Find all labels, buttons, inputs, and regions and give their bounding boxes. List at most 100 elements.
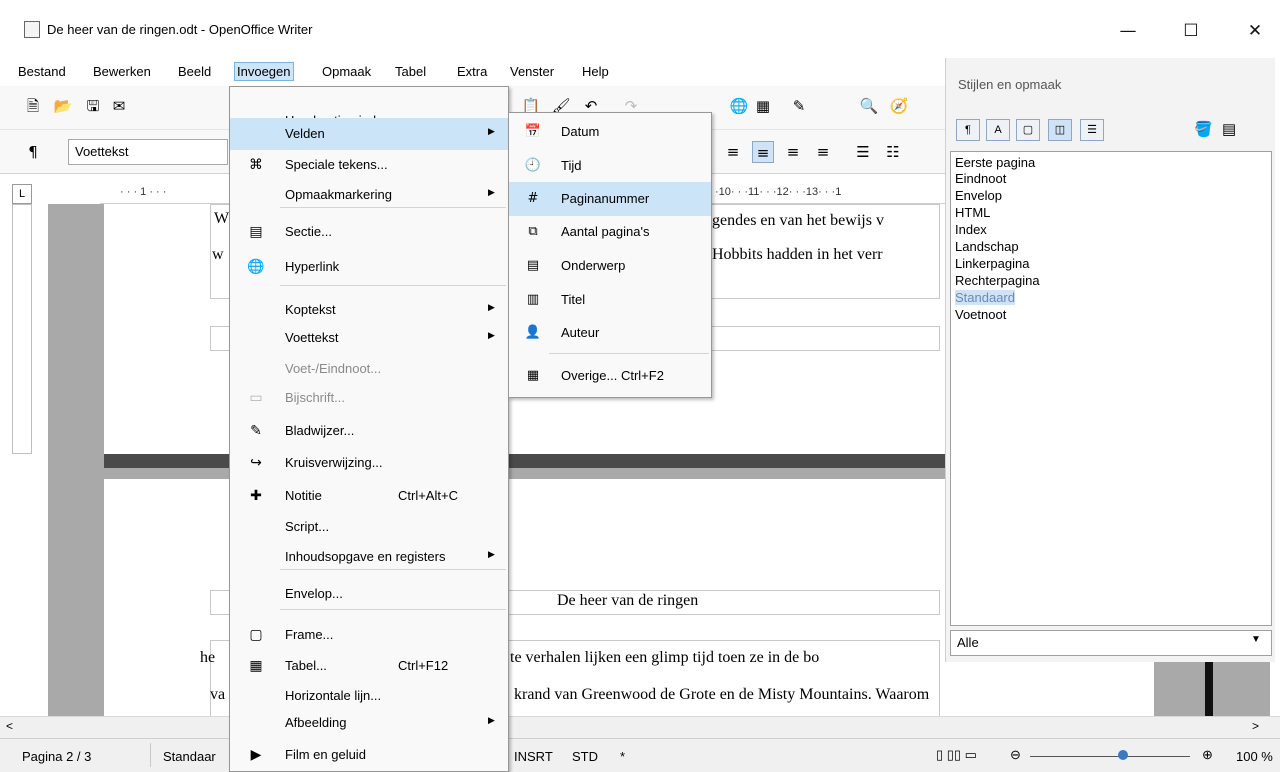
chevron-down-icon[interactable]: ▼ bbox=[1251, 634, 1261, 645]
view-layout-icon[interactable]: ▯ ▯▯ ▭ bbox=[936, 747, 977, 763]
tab-selector[interactable]: L bbox=[12, 184, 32, 204]
style-item-selected[interactable]: Standaard bbox=[955, 290, 1015, 305]
align-left-icon[interactable]: ≡ bbox=[722, 141, 744, 163]
menu-bestand[interactable]: Bestand bbox=[16, 63, 68, 80]
insert-menu-item[interactable]: Voettekst ▶ bbox=[230, 322, 508, 354]
find-replace-icon[interactable]: 🔍 bbox=[858, 95, 880, 117]
menu-invoegen[interactable]: Invoegen bbox=[234, 62, 294, 81]
insert-menu-item[interactable]: ▭ Bijschrift... bbox=[230, 382, 508, 414]
fields-menu-item[interactable]: 📅 Datum bbox=[509, 115, 711, 149]
fields-menu-item-label: Auteur bbox=[561, 325, 600, 340]
minimize-button[interactable]: — bbox=[1105, 14, 1151, 48]
fields-menu-item[interactable]: ⧉ Aantal pagina's bbox=[509, 215, 711, 249]
insert-menu-item[interactable]: ▢ Frame... bbox=[230, 619, 508, 651]
insert-mode-indicator[interactable]: INSRT bbox=[514, 749, 553, 764]
open-folder-icon[interactable]: 📂 bbox=[52, 95, 74, 117]
doc-text-line2-start: w bbox=[212, 246, 224, 263]
paragraph-styles-icon[interactable]: ¶ bbox=[956, 119, 980, 141]
zoom-slider-handle[interactable] bbox=[1118, 750, 1128, 760]
menu-bewerken[interactable]: Bewerken bbox=[91, 63, 153, 80]
frame-styles-icon[interactable]: ▢ bbox=[1016, 119, 1040, 141]
hyperlink-toolbar-icon[interactable]: 🌐 bbox=[728, 95, 750, 117]
hyperlink-icon: 🌐 bbox=[247, 259, 265, 275]
insert-menu-item[interactable]: ▶ Film en geluid bbox=[230, 739, 508, 771]
menu-help[interactable]: Help bbox=[580, 63, 611, 80]
menu-tabel[interactable]: Tabel bbox=[393, 63, 428, 80]
style-filter-select[interactable]: Alle ▼ bbox=[950, 630, 1272, 656]
insert-menu-item[interactable]: ▦ Tabel... Ctrl+F12 bbox=[230, 650, 508, 682]
zoom-in-icon[interactable]: ⊕ bbox=[1202, 747, 1213, 763]
selection-mode-indicator[interactable]: STD bbox=[572, 749, 598, 764]
insert-menu-item[interactable]: ✚ Notitie Ctrl+Alt+C bbox=[230, 480, 508, 512]
menu-opmaak[interactable]: Opmaak bbox=[320, 63, 373, 80]
scroll-left-icon[interactable]: < bbox=[6, 719, 13, 733]
insert-menu-item[interactable]: Afbeelding ▶ bbox=[230, 707, 508, 739]
menu-beeld[interactable]: Beeld bbox=[176, 63, 213, 80]
zoom-level[interactable]: 100 % bbox=[1236, 749, 1273, 764]
subject-icon: ▤ bbox=[526, 258, 540, 273]
list-styles-icon[interactable]: ☰ bbox=[1080, 119, 1104, 141]
insert-menu-item[interactable]: ▤ Sectie... bbox=[230, 216, 508, 248]
numbering-icon[interactable]: ☰ bbox=[852, 141, 874, 163]
fields-menu-item[interactable]: ▤ Onderwerp bbox=[509, 249, 711, 283]
insert-menu-item-label: Hyperlink bbox=[285, 259, 340, 274]
fields-menu-item[interactable]: ▥ Titel bbox=[509, 283, 711, 317]
frame-icon: ▢ bbox=[249, 627, 263, 643]
style-item[interactable]: Landschap bbox=[955, 239, 1019, 254]
fields-menu-item[interactable]: 👤 Auteur bbox=[509, 316, 711, 350]
insert-menu-item[interactable]: ✎ Bladwijzer... bbox=[230, 415, 508, 447]
style-item[interactable]: Rechterpagina bbox=[955, 273, 1040, 288]
paragraph-style-select[interactable]: Voettekst bbox=[68, 139, 228, 165]
insert-menu-item[interactable]: ↪ Kruisverwijzing... bbox=[230, 447, 508, 479]
draw-functions-icon[interactable]: ✎ bbox=[788, 95, 810, 117]
new-style-icon[interactable]: ▤ bbox=[1222, 120, 1236, 138]
character-styles-icon[interactable]: A bbox=[986, 119, 1010, 141]
insert-menu-item[interactable]: Script... bbox=[230, 511, 508, 543]
insert-menu-item[interactable]: ⌘ Speciale tekens... bbox=[230, 149, 508, 181]
new-document-icon[interactable]: 🗎 bbox=[22, 95, 44, 117]
style-item[interactable]: HTML bbox=[955, 205, 990, 220]
menu-extra[interactable]: Extra bbox=[455, 63, 489, 80]
vertical-ruler[interactable] bbox=[12, 204, 32, 454]
insert-menu-item[interactable]: 🌐 Hyperlink bbox=[230, 251, 508, 283]
insert-menu-item[interactable]: Envelop... bbox=[230, 578, 508, 610]
zoom-out-icon[interactable]: ⊖ bbox=[1010, 747, 1021, 763]
insert-menu-item[interactable]: Voet-/Eindnoot... bbox=[230, 353, 508, 385]
style-item[interactable]: Eindnoot bbox=[955, 171, 1006, 186]
zoom-slider[interactable] bbox=[1030, 756, 1190, 757]
fill-format-icon[interactable]: 🪣 bbox=[1194, 120, 1213, 138]
email-icon[interactable]: ✉ bbox=[108, 95, 130, 117]
menu-separator bbox=[280, 285, 506, 286]
page-style-indicator[interactable]: Standaar bbox=[163, 749, 216, 764]
close-button[interactable]: ✕ bbox=[1232, 14, 1278, 48]
style-item[interactable]: Index bbox=[955, 222, 987, 237]
page-styles-icon[interactable]: ◫ bbox=[1048, 119, 1072, 141]
insert-menu-item-shortcut: Ctrl+F12 bbox=[398, 658, 449, 673]
fields-menu-item[interactable]: # Paginanummer bbox=[509, 182, 711, 216]
style-item[interactable]: Linkerpagina bbox=[955, 256, 1029, 271]
insert-menu-item-label: Notitie bbox=[285, 488, 322, 503]
menu-venster[interactable]: Venster bbox=[508, 63, 556, 80]
styles-toggle-icon[interactable]: ¶ bbox=[22, 141, 44, 163]
style-item[interactable]: Voetnoot bbox=[955, 307, 1006, 322]
table-toolbar-icon[interactable]: ▦ bbox=[752, 95, 774, 117]
doc-header-text: De heer van de ringen bbox=[557, 592, 699, 609]
maximize-button[interactable]: ☐ bbox=[1168, 14, 1214, 48]
fields-menu-item[interactable]: 🕘 Tijd bbox=[509, 149, 711, 183]
insert-menu-item[interactable]: Velden ▶ bbox=[230, 118, 508, 150]
submenu-arrow-icon: ▶ bbox=[488, 187, 495, 197]
style-item[interactable]: Envelop bbox=[955, 188, 1002, 203]
align-center-icon[interactable]: ≡ bbox=[752, 141, 774, 163]
styles-list[interactable]: Eerste pagina Eindnoot Envelop HTML Inde… bbox=[950, 151, 1272, 626]
page-indicator[interactable]: Pagina 2 / 3 bbox=[22, 749, 91, 764]
fields-menu-item-label: Datum bbox=[561, 124, 600, 139]
scroll-right-icon[interactable]: > bbox=[1252, 719, 1259, 733]
style-item[interactable]: Eerste pagina bbox=[955, 155, 1035, 170]
fields-menu-item[interactable]: ▦ Overige... Ctrl+F2 bbox=[509, 359, 711, 393]
navigator-icon[interactable]: 🧭 bbox=[888, 95, 910, 117]
align-right-icon[interactable]: ≡ bbox=[782, 141, 804, 163]
horizontal-scrollbar[interactable]: < > bbox=[0, 716, 1280, 738]
justify-icon[interactable]: ≡ bbox=[812, 141, 834, 163]
save-icon[interactable]: 🖫 bbox=[82, 95, 104, 117]
bullets-icon[interactable]: ☷ bbox=[882, 141, 904, 163]
